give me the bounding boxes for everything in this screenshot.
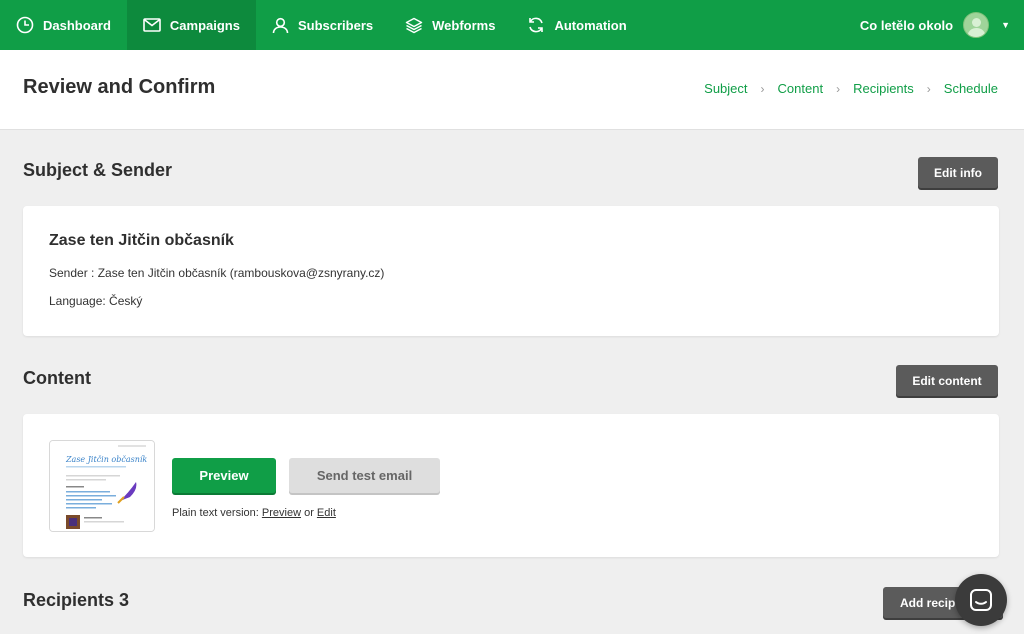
edit-content-button[interactable]: Edit content [896,365,998,396]
avatar [963,12,990,38]
preview-button[interactable]: Preview [172,458,276,493]
nav-item-campaigns[interactable]: Campaigns [126,0,256,50]
thumbnail-title: Zase Jitčin občasník [65,455,147,464]
account-menu[interactable]: Co letělo okolo ▼ [860,12,1024,38]
language-info: Language: Český [49,294,143,308]
page-header: Review and Confirm Subject › Content › R… [0,50,1024,130]
send-test-email-button[interactable]: Send test email [289,458,440,493]
email-preview-image: Zase Jitčin občasník [50,441,154,531]
nav-label: Webforms [432,17,496,33]
clock-icon [16,16,34,34]
nav-item-automation[interactable]: Automation [511,0,642,50]
breadcrumb: Subject › Content › Recipients › Schedul… [704,81,998,96]
layers-icon [405,17,423,33]
chevron-right-icon: › [760,81,765,96]
chevron-right-icon: › [926,81,931,96]
recipients-section-title: Recipients 3 [23,590,130,610]
nav-label: Dashboard [43,17,111,33]
plain-text-version: Plain text version: Preview or Edit [172,507,336,519]
nav-label: Automation [554,17,627,33]
nav-label: Subscribers [297,17,374,33]
subject-section-title: Subject & Sender [23,160,173,180]
plain-text-preview-link[interactable]: Preview [262,507,301,519]
plain-text-label: Plain text version: [172,507,259,519]
nav-item-subscribers[interactable]: Subscribers [256,0,389,50]
step-recipients[interactable]: Recipients [853,81,914,96]
step-subject[interactable]: Subject [704,81,747,96]
step-content[interactable]: Content [778,81,824,96]
nav-item-webforms[interactable]: Webforms [389,0,511,50]
content-card: Zase Jitčin občasník Preview Send test e… [23,414,999,557]
plain-text-edit-link[interactable]: Edit [317,507,336,519]
content-section-title: Content [23,368,91,388]
refresh-icon [529,17,544,33]
step-schedule[interactable]: Schedule [944,81,998,96]
chat-icon [970,589,992,611]
user-icon [272,17,289,33]
subject-card: Zase ten Jitčin občasník Sender : Zase t… [23,206,999,336]
campaign-subject: Zase ten Jitčin občasník [49,232,234,249]
account-name: Co letělo okolo [859,17,954,33]
plain-text-or: or [304,507,314,519]
email-thumbnail[interactable]: Zase Jitčin občasník [49,440,155,532]
top-nav: Dashboard Campaigns Subscribers Webforms… [0,0,1024,50]
chevron-down-icon: ▼ [1001,20,1010,30]
page-title: Review and Confirm [23,76,216,98]
sender-info: Sender : Zase ten Jitčin občasník (rambo… [49,266,385,280]
edit-info-button[interactable]: Edit info [918,157,998,188]
nav-label: Campaigns [169,17,240,33]
envelope-icon [143,18,161,32]
nav-item-dashboard[interactable]: Dashboard [0,0,127,50]
chat-widget-button[interactable] [955,574,1007,626]
chevron-right-icon: › [836,81,841,96]
